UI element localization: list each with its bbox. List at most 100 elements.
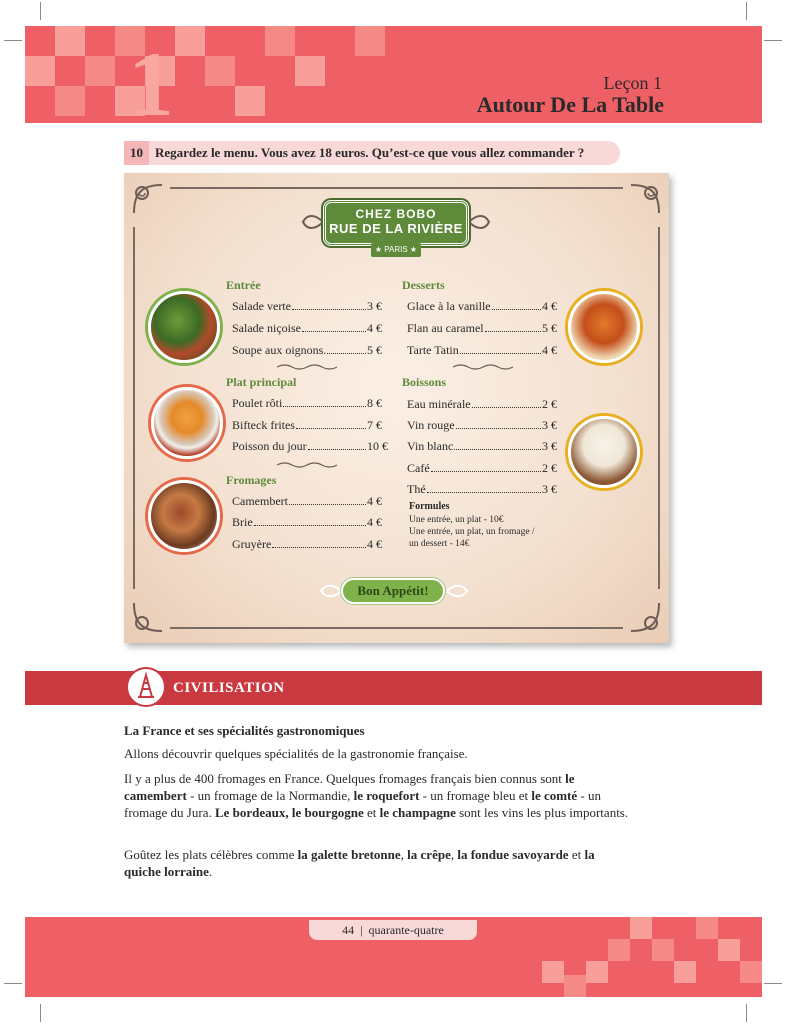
item-dots bbox=[454, 439, 541, 450]
menu-item: Salade niçoise 4 € bbox=[232, 321, 382, 336]
banner-ornament-icon bbox=[319, 584, 341, 598]
corner-scroll-icon bbox=[630, 184, 660, 214]
item-dots bbox=[295, 418, 366, 429]
item-dots bbox=[459, 343, 541, 354]
item-price: 3 € bbox=[542, 439, 557, 453]
decor-square bbox=[295, 56, 325, 86]
frame-line bbox=[133, 227, 135, 589]
menu-item: Eau minérale 2 € bbox=[407, 397, 557, 412]
item-dots bbox=[430, 461, 541, 472]
highlighted-term: la fondue savoyarde bbox=[457, 847, 569, 862]
decor-square bbox=[696, 917, 718, 939]
menu-item: Vin rouge 3 € bbox=[407, 418, 557, 433]
bon-appetit-banner: Bon Appétit! bbox=[319, 577, 469, 605]
section-title-plat: Plat principal bbox=[226, 375, 297, 389]
menu-item: Café 2 € bbox=[407, 461, 557, 476]
item-dots bbox=[301, 321, 366, 332]
crop-mark bbox=[4, 40, 22, 41]
item-name: Salade niçoise bbox=[232, 321, 301, 335]
crop-mark bbox=[40, 1004, 41, 1022]
civilisation-intro: Allons découvrir quelques spécialités de… bbox=[124, 746, 468, 761]
item-price: 4 € bbox=[367, 321, 382, 335]
highlighted-term: le roquefort bbox=[353, 788, 420, 803]
item-dots bbox=[291, 299, 366, 310]
item-name: Thé bbox=[407, 482, 426, 496]
item-price: 7 € bbox=[367, 418, 382, 432]
corner-scroll-icon bbox=[133, 602, 163, 632]
item-name: Café bbox=[407, 461, 430, 475]
decor-square bbox=[55, 86, 85, 116]
bon-appetit-label: Bon Appétit! bbox=[341, 578, 445, 604]
item-price: 4 € bbox=[367, 494, 382, 508]
menu-item: Brie 4 € bbox=[232, 515, 382, 530]
item-name: Flan au caramel bbox=[407, 321, 484, 335]
crop-mark bbox=[764, 983, 782, 984]
item-name: Soupe aux oignons. bbox=[232, 343, 327, 357]
crop-mark bbox=[4, 983, 22, 984]
decor-square bbox=[25, 56, 55, 86]
text-run: - un fromage bleu et bbox=[419, 788, 532, 803]
menu-item: Glace à la vanille 4 € bbox=[407, 299, 557, 314]
frame-line bbox=[170, 627, 623, 629]
coffee-cup-photo bbox=[568, 416, 640, 488]
page-number-pill: 44 | quarante-quatre bbox=[309, 920, 477, 940]
salad-photo bbox=[148, 291, 220, 363]
highlighted-term: Le bordeaux, le bourgogne bbox=[214, 805, 364, 820]
section-title-fromages: Fromages bbox=[226, 473, 277, 487]
item-name: Vin blanc bbox=[407, 439, 454, 453]
highlighted-term: la galette bretonne bbox=[297, 847, 401, 862]
item-price: 3 € bbox=[367, 299, 382, 313]
tarte-tatin-photo bbox=[568, 291, 640, 363]
divider-swirl-icon bbox=[453, 364, 513, 370]
decor-square bbox=[55, 26, 85, 56]
item-price: 5 € bbox=[367, 343, 382, 357]
menu-item: Salade verte 3 € bbox=[232, 299, 382, 314]
item-name: Poulet rôti bbox=[232, 396, 283, 410]
item-name: Vin rouge bbox=[407, 418, 455, 432]
decor-square bbox=[355, 26, 385, 56]
item-price: 4 € bbox=[542, 299, 557, 313]
logo-ornament-icon bbox=[468, 215, 491, 229]
item-dots bbox=[307, 439, 366, 450]
decor-square bbox=[586, 961, 608, 983]
decor-square bbox=[542, 961, 564, 983]
item-price: 2 € bbox=[542, 397, 557, 411]
crop-mark bbox=[746, 1004, 747, 1022]
item-dots bbox=[283, 396, 366, 407]
menu-item: Poulet rôti 8 € bbox=[232, 396, 382, 411]
page-number-words: quarante-quatre bbox=[368, 922, 444, 937]
item-dots bbox=[327, 343, 366, 354]
restaurant-city: ★ PARIS ★ bbox=[371, 243, 421, 257]
decor-square bbox=[235, 86, 265, 116]
item-name: Gruyère bbox=[232, 537, 272, 551]
item-dots bbox=[253, 515, 366, 526]
menu-item: Poisson du jour 10 € bbox=[232, 439, 388, 454]
item-dots bbox=[491, 299, 541, 310]
formules-title: Formules bbox=[409, 501, 450, 512]
soup-photo bbox=[151, 387, 223, 459]
text-run: Goûtez les plats célèbres comme bbox=[124, 847, 298, 862]
item-price: 8 € bbox=[367, 396, 382, 410]
item-price: 10 € bbox=[367, 439, 388, 453]
lesson-label: Leçon 1 bbox=[603, 73, 662, 93]
decor-square bbox=[265, 26, 295, 56]
section-title-boissons: Boissons bbox=[402, 375, 447, 389]
item-dots bbox=[426, 482, 541, 493]
menu-item: Flan au caramel 5 € bbox=[407, 321, 557, 336]
item-price: 3 € bbox=[542, 418, 557, 432]
logo-badge: CHEZ BOBO RUE DE LA RIVIÈRE bbox=[323, 200, 469, 246]
page-number: 44 bbox=[342, 922, 355, 937]
menu-item: Vin blanc 3 € bbox=[407, 439, 557, 454]
civilisation-paragraph-cheese: Il y a plus de 400 fromages en France. Q… bbox=[124, 770, 634, 821]
text-run: Il y a plus de 400 fromages en France. Q… bbox=[124, 771, 566, 786]
frame-line bbox=[170, 187, 623, 189]
restaurant-street: RUE DE LA RIVIÈRE bbox=[329, 221, 463, 236]
menu-item: Soupe aux oignons. 5 € bbox=[232, 343, 382, 358]
menu-item: Gruyère 4 € bbox=[232, 537, 382, 552]
decor-square bbox=[175, 26, 205, 56]
civilisation-paragraph-dishes: Goûtez les plats célèbres comme la galet… bbox=[124, 846, 634, 880]
decor-square bbox=[630, 917, 652, 939]
grilled-dish-photo bbox=[148, 480, 220, 552]
text-run: et bbox=[568, 847, 585, 862]
item-dots bbox=[272, 537, 366, 548]
